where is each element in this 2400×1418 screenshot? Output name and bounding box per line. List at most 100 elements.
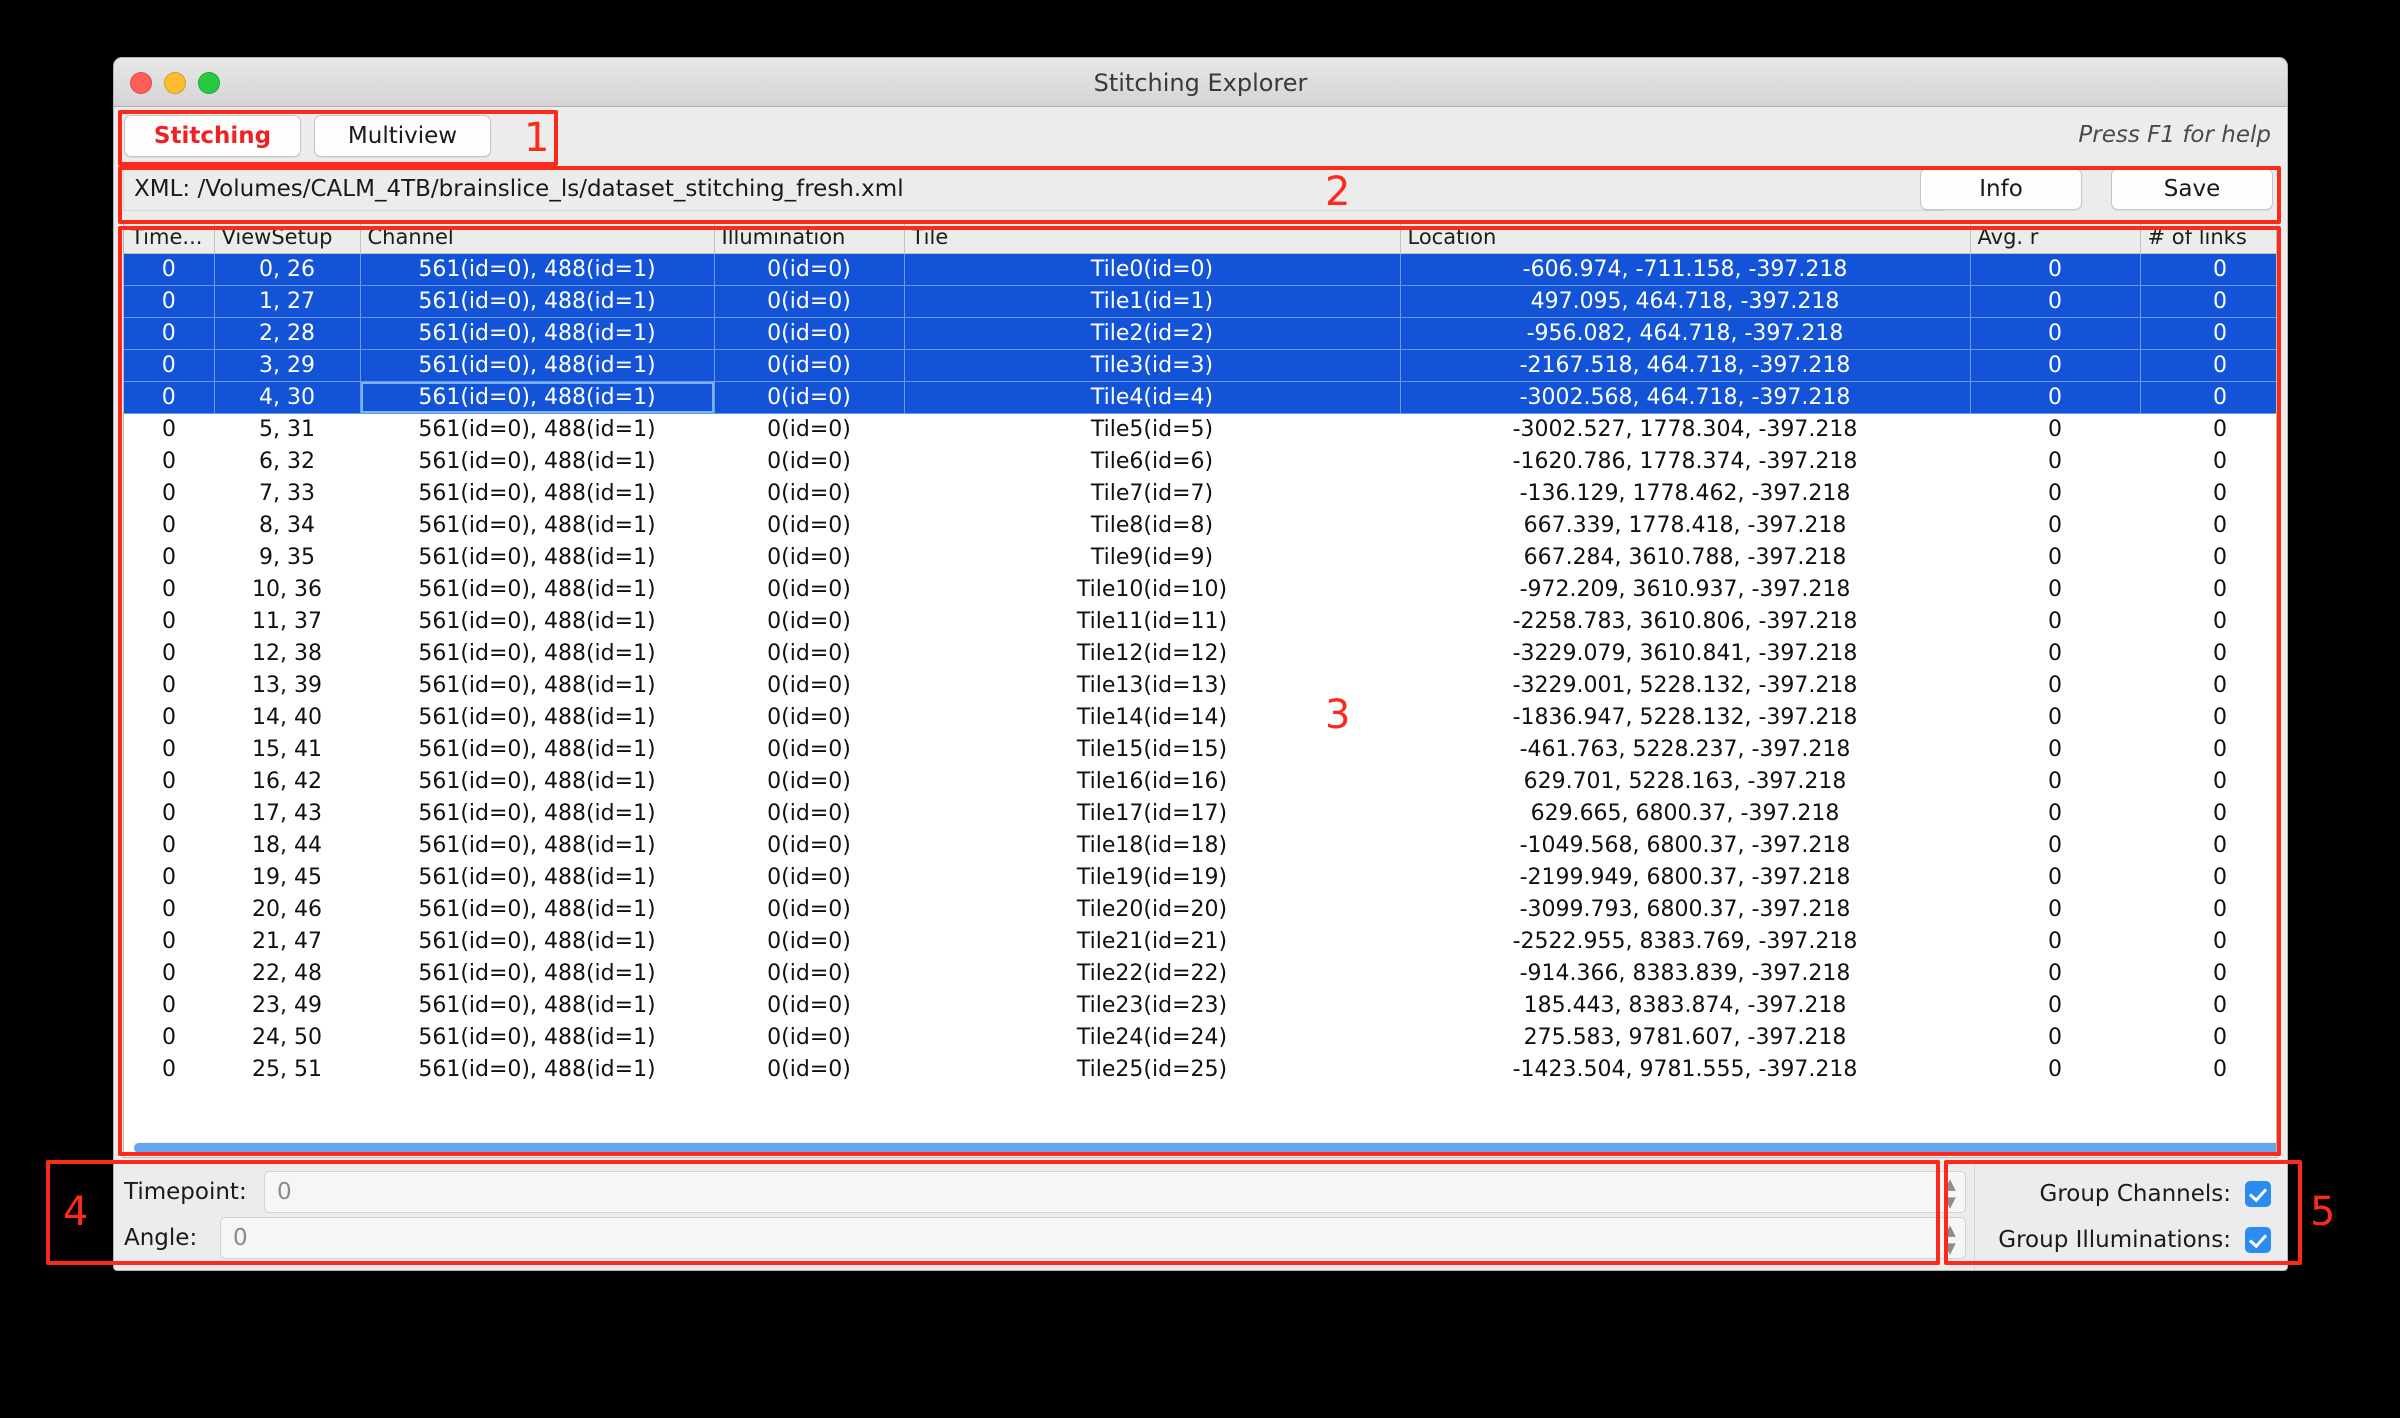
table-cell[interactable]: 0 [2140, 989, 2277, 1021]
table-cell[interactable]: 0(id=0) [714, 605, 904, 637]
table-cell[interactable]: 0(id=0) [714, 893, 904, 925]
table-cell[interactable]: 0 [1970, 637, 2140, 669]
table-cell[interactable]: Tile17(id=17) [904, 797, 1400, 829]
table-cell[interactable]: 0 [1970, 605, 2140, 637]
table-cell[interactable]: 0 [2140, 765, 2277, 797]
table-cell[interactable]: 1, 27 [214, 285, 360, 317]
table-cell[interactable]: -461.763, 5228.237, -397.218 [1400, 733, 1970, 765]
table-cell[interactable]: Tile5(id=5) [904, 413, 1400, 445]
table-cell[interactable]: 0 [2140, 925, 2277, 957]
table-row[interactable]: 09, 35561(id=0), 488(id=1)0(id=0)Tile9(i… [124, 541, 2277, 573]
table-cell[interactable]: -956.082, 464.718, -397.218 [1400, 317, 1970, 349]
table-cell[interactable]: 0 [2140, 829, 2277, 861]
table-cell[interactable]: 0 [124, 893, 214, 925]
table-row[interactable]: 010, 36561(id=0), 488(id=1)0(id=0)Tile10… [124, 573, 2277, 605]
table-column-header[interactable]: Channel [360, 221, 714, 253]
table-row[interactable]: 03, 29561(id=0), 488(id=1)0(id=0)Tile3(i… [124, 349, 2277, 381]
table-cell[interactable]: 0 [1970, 893, 2140, 925]
table-cell[interactable]: 0 [124, 701, 214, 733]
table-cell[interactable]: Tile23(id=23) [904, 989, 1400, 1021]
table-cell[interactable]: -2258.783, 3610.806, -397.218 [1400, 605, 1970, 637]
table-cell[interactable]: 0, 26 [214, 253, 360, 285]
table-cell[interactable]: 0 [2140, 413, 2277, 445]
table-cell[interactable]: 0 [124, 957, 214, 989]
table-cell[interactable]: 8, 34 [214, 509, 360, 541]
table-cell[interactable]: 0 [2140, 605, 2277, 637]
table-cell[interactable]: -2522.955, 8383.769, -397.218 [1400, 925, 1970, 957]
table-row[interactable]: 00, 26561(id=0), 488(id=1)0(id=0)Tile0(i… [124, 253, 2277, 285]
table-cell[interactable]: 561(id=0), 488(id=1) [360, 765, 714, 797]
table-cell[interactable]: 561(id=0), 488(id=1) [360, 381, 714, 413]
table-cell[interactable]: 0 [1970, 989, 2140, 1021]
table-row[interactable]: 013, 39561(id=0), 488(id=1)0(id=0)Tile13… [124, 669, 2277, 701]
table-cell[interactable]: 11, 37 [214, 605, 360, 637]
table-cell[interactable]: 0(id=0) [714, 1021, 904, 1053]
table-column-header[interactable]: Illumination [714, 221, 904, 253]
table-cell[interactable]: 185.443, 8383.874, -397.218 [1400, 989, 1970, 1021]
table-row[interactable]: 01, 27561(id=0), 488(id=1)0(id=0)Tile1(i… [124, 285, 2277, 317]
table-row[interactable]: 016, 42561(id=0), 488(id=1)0(id=0)Tile16… [124, 765, 2277, 797]
table-cell[interactable]: Tile2(id=2) [904, 317, 1400, 349]
table-column-header[interactable]: Tile [904, 221, 1400, 253]
table-cell[interactable]: 0 [2140, 509, 2277, 541]
table-cell[interactable]: Tile21(id=21) [904, 925, 1400, 957]
table-cell[interactable]: 0 [124, 317, 214, 349]
table-row[interactable]: 019, 45561(id=0), 488(id=1)0(id=0)Tile19… [124, 861, 2277, 893]
table-cell[interactable]: 0 [124, 637, 214, 669]
table-cell[interactable]: Tile16(id=16) [904, 765, 1400, 797]
table-row[interactable]: 022, 48561(id=0), 488(id=1)0(id=0)Tile22… [124, 957, 2277, 989]
table-cell[interactable]: 0 [1970, 477, 2140, 509]
table-row[interactable]: 02, 28561(id=0), 488(id=1)0(id=0)Tile2(i… [124, 317, 2277, 349]
table-cell[interactable]: 0 [1970, 669, 2140, 701]
angle-spinner[interactable]: 0 ▲ ▼ [220, 1217, 1966, 1259]
table-cell[interactable]: 0 [2140, 477, 2277, 509]
table-cell[interactable]: 0 [124, 605, 214, 637]
table-cell[interactable]: Tile7(id=7) [904, 477, 1400, 509]
scrollbar-thumb[interactable] [134, 1143, 2277, 1153]
table-row[interactable]: 014, 40561(id=0), 488(id=1)0(id=0)Tile14… [124, 701, 2277, 733]
table-cell[interactable]: -914.366, 8383.839, -397.218 [1400, 957, 1970, 989]
table-cell[interactable]: 0 [124, 541, 214, 573]
table-cell[interactable]: 0(id=0) [714, 541, 904, 573]
table-cell[interactable]: 0(id=0) [714, 413, 904, 445]
table-cell[interactable]: 3, 29 [214, 349, 360, 381]
table-cell[interactable]: 12, 38 [214, 637, 360, 669]
table-cell[interactable]: Tile20(id=20) [904, 893, 1400, 925]
timepoint-spinner[interactable]: 0 ▲ ▼ [264, 1171, 1966, 1213]
table-cell[interactable]: 0 [1970, 541, 2140, 573]
table-cell[interactable]: 561(id=0), 488(id=1) [360, 989, 714, 1021]
table-cell[interactable]: 0(id=0) [714, 445, 904, 477]
table-cell[interactable]: Tile13(id=13) [904, 669, 1400, 701]
table-cell[interactable]: 0 [124, 381, 214, 413]
table-cell[interactable]: 0 [124, 765, 214, 797]
table-cell[interactable]: 0 [2140, 733, 2277, 765]
horizontal-scrollbar[interactable] [134, 1142, 2277, 1154]
table-cell[interactable]: 0 [1970, 413, 2140, 445]
table-cell[interactable]: 0(id=0) [714, 317, 904, 349]
table-row[interactable]: 06, 32561(id=0), 488(id=1)0(id=0)Tile6(i… [124, 445, 2277, 477]
table-cell[interactable]: 0 [1970, 701, 2140, 733]
table-cell[interactable]: 7, 33 [214, 477, 360, 509]
table-cell[interactable]: Tile24(id=24) [904, 1021, 1400, 1053]
table-cell[interactable]: Tile6(id=6) [904, 445, 1400, 477]
table-cell[interactable]: 629.665, 6800.37, -397.218 [1400, 797, 1970, 829]
table-row[interactable]: 018, 44561(id=0), 488(id=1)0(id=0)Tile18… [124, 829, 2277, 861]
table-cell[interactable]: 0 [2140, 701, 2277, 733]
table-cell[interactable]: 0 [1970, 445, 2140, 477]
table-cell[interactable]: 0 [124, 413, 214, 445]
table-cell[interactable]: 0(id=0) [714, 349, 904, 381]
table-cell[interactable]: 0 [1970, 925, 2140, 957]
table-cell[interactable]: 0 [2140, 573, 2277, 605]
table-cell[interactable]: 561(id=0), 488(id=1) [360, 285, 714, 317]
table-cell[interactable]: 0 [124, 573, 214, 605]
group-channels-checkbox[interactable] [2245, 1181, 2271, 1207]
table-cell[interactable]: -2199.949, 6800.37, -397.218 [1400, 861, 1970, 893]
table-cell[interactable]: 15, 41 [214, 733, 360, 765]
table-cell[interactable]: 561(id=0), 488(id=1) [360, 893, 714, 925]
table-cell[interactable]: Tile3(id=3) [904, 349, 1400, 381]
table-cell[interactable]: Tile11(id=11) [904, 605, 1400, 637]
table-row[interactable]: 020, 46561(id=0), 488(id=1)0(id=0)Tile20… [124, 893, 2277, 925]
table-cell[interactable]: 0 [124, 349, 214, 381]
table-cell[interactable]: 21, 47 [214, 925, 360, 957]
table-column-header[interactable]: # of links [2140, 221, 2277, 253]
